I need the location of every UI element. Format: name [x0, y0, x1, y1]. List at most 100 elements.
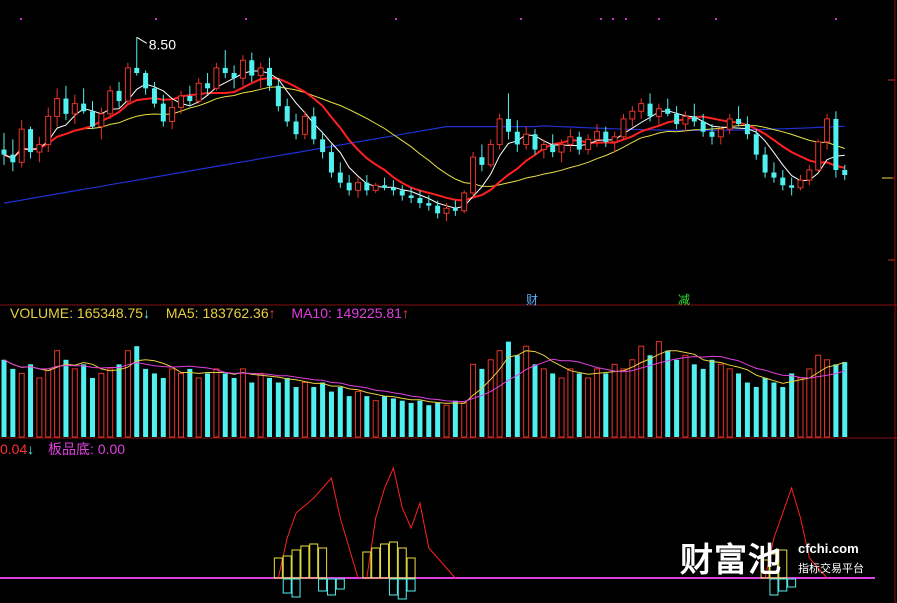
- volume-bar-up: [178, 372, 184, 438]
- volume-bar-up: [540, 368, 547, 438]
- volume-bar-up: [726, 368, 733, 438]
- volume-bar-down: [320, 382, 326, 437]
- indicator-yellow-bar: [300, 545, 310, 579]
- volume-bar-down: [452, 400, 458, 437]
- volume-indicator-row: VOLUME: 165348.75↓ MA5: 183762.36↑ MA10:…: [10, 305, 409, 321]
- volume-bar-up: [239, 368, 246, 438]
- volume-bar-down: [151, 373, 157, 437]
- volume-bar-up: [443, 404, 450, 438]
- candle-body-up: [638, 103, 645, 112]
- volume-bar-up: [620, 368, 627, 438]
- volume-bar-down: [90, 377, 95, 437]
- volume-bar-down: [160, 377, 166, 437]
- volume-bar-up: [717, 363, 724, 438]
- volume-bar-down: [417, 400, 423, 437]
- candle-body-down: [160, 103, 166, 122]
- indicator-cyan-bar: [291, 578, 301, 598]
- volume-bar-down: [187, 368, 193, 437]
- top-event-dot: [395, 18, 397, 20]
- watermark-subtitle: 指标交易平台: [798, 562, 864, 575]
- candle-body-down: [1, 149, 7, 155]
- volume-bar-down: [328, 391, 334, 437]
- indicator-yellow-bar: [406, 557, 416, 579]
- candle-body-up: [655, 108, 662, 117]
- candle-body-up: [18, 128, 25, 163]
- indicator-cyan-bar: [397, 578, 407, 600]
- candle-body-down: [231, 73, 237, 79]
- volume-bar-up: [797, 377, 804, 438]
- volume-bar-up: [496, 350, 503, 438]
- candle-body-down: [691, 116, 697, 122]
- volume-bar-down: [762, 377, 768, 437]
- volume-bar-down: [143, 368, 149, 437]
- event-marker-cai[interactable]: 财: [526, 291, 538, 308]
- volume-bar-up: [257, 372, 264, 438]
- candle-body-up: [815, 141, 822, 171]
- candle-body-down: [337, 172, 343, 183]
- candle-body-up: [36, 143, 43, 153]
- indicator-yellow-bar: [291, 549, 301, 579]
- candle-body-up: [195, 82, 202, 102]
- candle-body-down: [736, 118, 742, 125]
- indicator-yellow-bar: [397, 547, 407, 579]
- indicator-value: 0.04: [0, 441, 28, 457]
- volume-bar-up: [195, 377, 202, 438]
- volume-bar-down: [63, 359, 69, 437]
- indicator-yellow-bar: [371, 547, 381, 579]
- candle-body-up: [71, 103, 78, 115]
- candle-body-down: [28, 129, 34, 153]
- ma10-arrow: ↑: [401, 305, 409, 321]
- candle-body-up: [593, 131, 600, 140]
- volume-bar-down: [576, 373, 582, 437]
- volume-bar-down: [736, 373, 742, 437]
- volume-bar-up: [301, 382, 308, 438]
- candle-body-up: [558, 143, 565, 153]
- indicator-yellow-bar: [309, 543, 319, 579]
- candle-body-up: [585, 138, 592, 151]
- volume-bar-up: [213, 368, 220, 438]
- indicator-cyan-bar: [406, 578, 416, 592]
- candle-body-down: [771, 172, 777, 178]
- volume-bar-up: [36, 377, 43, 438]
- indicator-cyan-bar: [282, 578, 292, 594]
- volume-label: VOLUME: 165348.75: [10, 305, 144, 321]
- volume-bar-down: [674, 359, 680, 437]
- volume-bar-up: [806, 368, 813, 438]
- candle-body-down: [151, 88, 157, 104]
- top-event-dot: [20, 18, 22, 20]
- candle-body-down: [435, 205, 441, 214]
- indicator-yellow-bar: [388, 541, 398, 579]
- volume-bar-down: [311, 387, 317, 437]
- volume-bar-up: [372, 400, 379, 438]
- candle-body-down: [647, 103, 653, 117]
- candle-body-down: [205, 83, 211, 89]
- candle-body-down: [665, 108, 671, 114]
- candle-body-down: [81, 103, 87, 112]
- volume-bar-up: [45, 368, 52, 438]
- volume-bar-up: [611, 363, 618, 438]
- candle-body-down: [674, 113, 680, 125]
- volume-bar-down: [514, 355, 520, 437]
- indicator-yellow-bar: [282, 555, 292, 579]
- top-event-dot: [155, 18, 157, 20]
- candle-body-down: [90, 111, 95, 127]
- candle-body-down: [709, 131, 715, 137]
- indicator-yellow-bar: [273, 557, 283, 579]
- candle-body-down: [744, 124, 750, 135]
- candle-body-down: [576, 136, 582, 150]
- volume-bar-down: [665, 350, 671, 437]
- top-event-dot: [835, 18, 837, 20]
- candle-body-up: [806, 169, 813, 181]
- candle-body-down: [514, 131, 520, 145]
- volume-bar-down: [833, 364, 839, 437]
- volume-bar-down: [116, 364, 122, 437]
- candle-body-up: [443, 207, 450, 214]
- volume-bar-down: [205, 373, 211, 437]
- candle-body-down: [789, 185, 795, 188]
- event-marker-jian[interactable]: 减: [678, 291, 690, 308]
- volume-bar-down: [408, 402, 414, 437]
- volume-bar-up: [461, 402, 468, 438]
- volume-bar-down: [81, 364, 87, 437]
- candle-body-down: [842, 169, 848, 176]
- volume-bar-down: [284, 377, 290, 437]
